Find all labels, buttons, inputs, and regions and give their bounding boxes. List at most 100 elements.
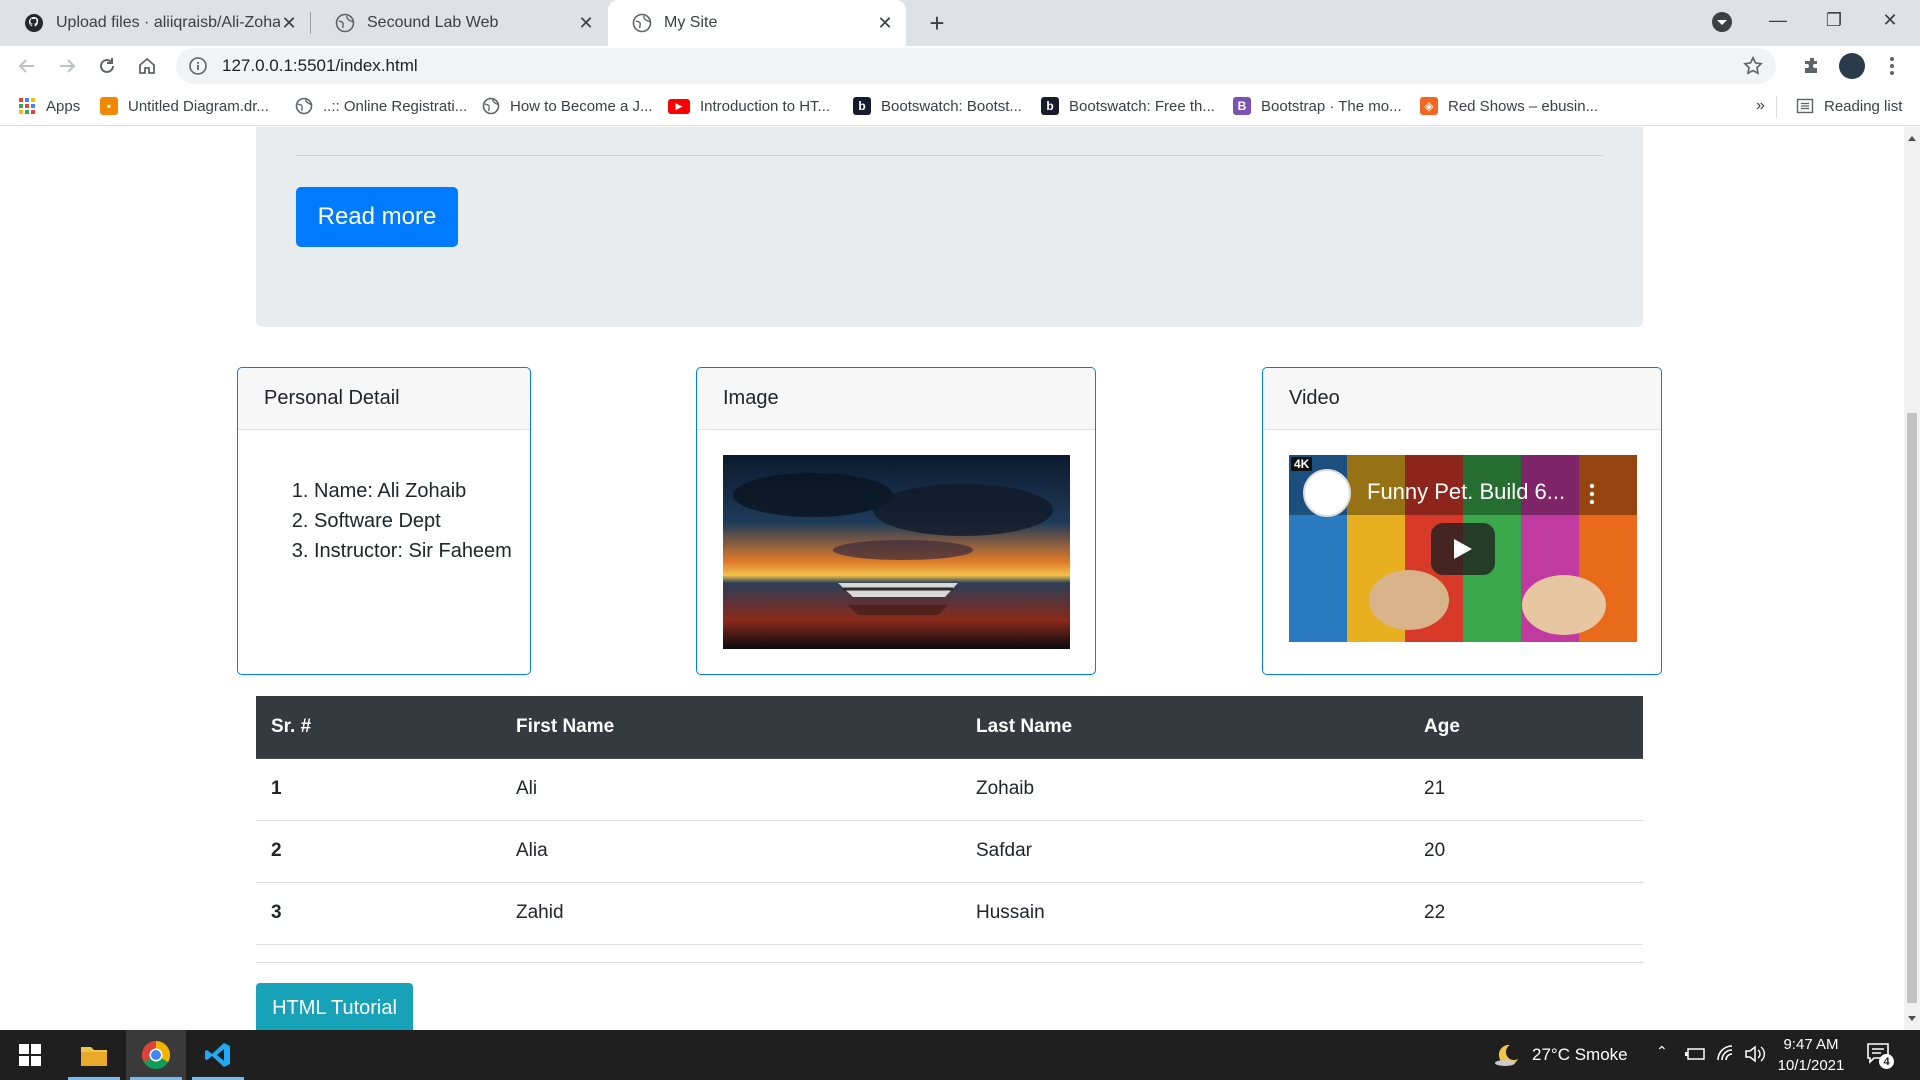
extensions-icon[interactable] (1797, 51, 1827, 81)
bookmark-star-icon[interactable] (1742, 55, 1764, 77)
tab-title: Upload files · aliiqraisb/Ali-Zohaib (56, 14, 280, 31)
overflow-label: » (1756, 97, 1765, 114)
read-more-button[interactable]: Read more (296, 187, 458, 247)
video-player[interactable]: 4K Funny Pet. Build 6... (1289, 455, 1637, 642)
chrome-menu-icon[interactable] (1877, 51, 1907, 81)
play-icon (1454, 539, 1472, 559)
address-bar[interactable]: 127.0.0.1:5501/index.html (176, 48, 1776, 84)
bookmark-label: Introduction to HT... (700, 97, 831, 115)
tab-my-site[interactable]: My Site ✕ (608, 0, 906, 46)
show-hidden-icons-icon[interactable]: ⌃ (1656, 1043, 1668, 1060)
close-window-icon[interactable]: ✕ (1862, 0, 1918, 40)
vscode-icon (205, 1043, 230, 1067)
notification-count-badge: 4 (1879, 1054, 1894, 1069)
table-cell: 20 (1409, 820, 1643, 883)
taskbar-vscode[interactable] (188, 1030, 248, 1080)
bookmark-label: How to Become a J... (510, 97, 653, 115)
windows-taskbar: 27°C Smoke ⌃ 9:47 AM 10/1/2021 4 (0, 1030, 1920, 1080)
bookmark-label: Bootstrap · The mo... (1261, 97, 1402, 115)
reading-list-button[interactable]: Reading list (1796, 94, 1902, 118)
reading-list-icon (1796, 98, 1814, 114)
action-center-button[interactable]: 4 (1866, 1041, 1894, 1069)
bookmarks-bar: Apps ▪ Untitled Diagram.dr... ..:: Onlin… (0, 86, 1920, 126)
weather-text[interactable]: 27°C Smoke (1532, 1045, 1628, 1065)
taskbar-file-explorer[interactable] (64, 1030, 124, 1080)
minimize-icon[interactable]: — (1750, 0, 1806, 40)
table-cell: Alia (501, 820, 961, 883)
volume-icon[interactable] (1744, 1044, 1766, 1064)
personal-detail-list: Name: Ali Zohaib Software Dept Instructo… (314, 476, 530, 566)
close-tab-icon[interactable]: ✕ (876, 13, 894, 33)
taskbar-chrome[interactable] (126, 1030, 186, 1080)
bookmark-bootswatch-1[interactable]: b Bootswatch: Bootst... (853, 94, 1022, 118)
card-header: Image (697, 368, 1095, 430)
bookmark-red-shows[interactable]: ◈ Red Shows – ebusin... (1420, 94, 1598, 118)
card-header: Video (1263, 368, 1661, 430)
reload-icon[interactable] (92, 51, 122, 81)
battery-icon[interactable] (1684, 1046, 1706, 1062)
tab-secound-lab-web[interactable]: Secound Lab Web ✕ (311, 0, 607, 46)
table-cell: 21 (1409, 758, 1643, 821)
new-tab-button[interactable]: + (922, 8, 952, 38)
table-cell: Zahid (501, 882, 961, 945)
globe-icon (335, 13, 355, 33)
bookmark-bootstrap[interactable]: B Bootstrap · The mo... (1233, 94, 1402, 118)
profile-avatar[interactable] (1837, 51, 1867, 81)
table-cell: 22 (1409, 882, 1643, 945)
scroll-up-icon[interactable] (1908, 136, 1916, 141)
page-scrollbar[interactable] (1904, 127, 1920, 1030)
video-card: Video 4K Funny Pet. Build 6... (1262, 367, 1662, 675)
list-item: Instructor: Sir Faheem (314, 536, 530, 566)
back-icon[interactable] (12, 51, 42, 81)
youtube-icon: ▶ (668, 98, 690, 114)
image-card: Image (696, 367, 1096, 675)
site-info-icon[interactable] (188, 56, 208, 76)
bookmark-introduction-html[interactable]: ▶ Introduction to HT... (668, 94, 830, 118)
column-header: First Name (501, 696, 961, 759)
bookmark-bootswatch-2[interactable]: b Bootswatch: Free th... (1041, 94, 1215, 118)
tab-upload-files[interactable]: Upload files · aliiqraisb/Ali-Zohaib ✕ (0, 0, 310, 46)
tab-strip: Upload files · aliiqraisb/Ali-Zohaib ✕ S… (0, 0, 1920, 46)
table-cell: Hussain (961, 882, 1409, 945)
play-button[interactable] (1431, 523, 1495, 575)
url-text: 127.0.0.1:5501/index.html (222, 56, 418, 75)
chrome-icon (142, 1041, 170, 1069)
bookmark-online-registration[interactable]: ..:: Online Registrati... (295, 94, 467, 118)
bookmark-label: ..:: Online Registrati... (323, 97, 468, 115)
video-title[interactable]: Funny Pet. Build 6... (1367, 479, 1565, 505)
tab-title: Secound Lab Web (367, 14, 499, 31)
clock-time: 9:47 AM (1783, 1036, 1839, 1053)
globe-icon (632, 13, 652, 33)
bookmark-how-to-become[interactable]: How to Become a J... (482, 94, 653, 118)
table-row: 1 Ali Zohaib 21 (256, 758, 1643, 821)
home-icon[interactable] (132, 51, 162, 81)
html-tutorial-button[interactable]: HTML Tutorial (256, 983, 413, 1030)
list-item: Software Dept (314, 506, 530, 536)
column-header: Last Name (961, 696, 1409, 759)
bookmark-label: Red Shows – ebusin... (1448, 97, 1599, 115)
table-header-row: Sr. # First Name Last Name Age (256, 696, 1643, 759)
close-tab-icon[interactable]: ✕ (280, 13, 298, 33)
video-menu-icon[interactable] (1589, 483, 1595, 505)
red-shows-icon: ◈ (1420, 97, 1438, 115)
bookmark-untitled-diagram[interactable]: ▪ Untitled Diagram.dr... (100, 94, 269, 118)
github-icon (25, 14, 43, 32)
forward-icon[interactable] (52, 51, 82, 81)
scrollbar-thumb[interactable] (1907, 413, 1917, 1003)
tab-search-icon[interactable] (1710, 10, 1734, 34)
wifi-icon[interactable] (1716, 1044, 1736, 1062)
table-cell: Zohaib (961, 758, 1409, 821)
bookmark-label: Bootswatch: Free th... (1069, 97, 1215, 115)
scroll-down-icon[interactable] (1908, 1016, 1916, 1021)
close-tab-icon[interactable]: ✕ (577, 13, 595, 33)
bookmarks-divider (1776, 96, 1777, 118)
system-clock[interactable]: 9:47 AM 10/1/2021 (1772, 1034, 1850, 1076)
bookmarks-overflow-button[interactable]: » (1756, 94, 1765, 118)
jumbotron-divider (296, 155, 1603, 156)
channel-avatar[interactable] (1303, 469, 1351, 517)
restore-icon[interactable]: ❐ (1806, 0, 1862, 40)
start-button[interactable] (0, 1030, 60, 1080)
bootswatch-icon: b (1041, 97, 1059, 115)
bookmark-apps[interactable]: Apps (18, 94, 80, 118)
weather-moon-icon[interactable] (1494, 1043, 1520, 1067)
